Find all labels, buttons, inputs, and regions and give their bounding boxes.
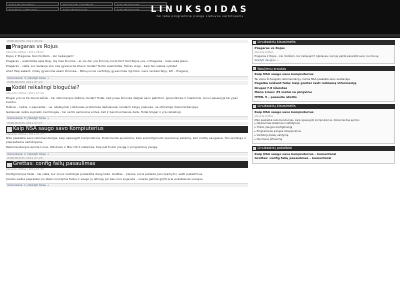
sidebar-post-text: Pragaras ir Rojus – kai mirštam, kur kel… (254, 54, 380, 58)
article-footer[interactable]: Komentarai: 5 | Skaityti toliau → (6, 116, 248, 121)
article-bullet-icon (6, 86, 11, 91)
site-header: [apie linuksoidas] [linuksoidų pokalbiai… (0, 0, 400, 34)
article-footer[interactable]: Komentarai: 2 | Skaityti toliau → (6, 151, 248, 156)
sidebar-box-title: Linuksoidų pokalbiai (257, 146, 293, 151)
sidebar-box-title: Linuksoidų klausimėlis (257, 40, 296, 45)
article-headline: Kaip NSA saugo savo Kompiuterius (6, 125, 248, 133)
sidebar-box: Naujienų srautas Kaip NSA saugo savo kom… (252, 66, 395, 103)
box-square-icon (253, 105, 256, 109)
article-bullet-icon (7, 162, 12, 168)
article-paragraph: Blogai yra ne tik dienoraščiai – tai inf… (6, 95, 238, 104)
article-footer-link[interactable]: Komentarai: 5 | Skaityti toliau → (8, 117, 50, 120)
main-content: PUBLIKUOTA 2011-08-02 Pragaras vs Rojus … (6, 38, 248, 300)
box-square-icon (253, 41, 256, 44)
sidebar-box: Linuksoidų klausimėlis Pragaras vs Rojus… (252, 40, 395, 65)
article-title-link[interactable]: Kaip NSA saugo savo Kompiuterius (13, 126, 104, 133)
article-card: PUBLIKUOTA 2011-07-27 Kaip NSA saugo sav… (6, 121, 248, 156)
site-subtitle: tai laba programinė įranga Lietuvos vart… (156, 14, 244, 18)
sidebar-box-title: Linuksoidų klausimėlis (257, 104, 296, 109)
sidebar-box: Linuksoidų klausimėlis Kaip NSA saugo sa… (252, 104, 395, 144)
sidebar-item-title[interactable]: Grettas: config failų pasaulimas – komen… (255, 157, 393, 161)
article-paragraph: Aha? Taip sakant, mūsų gyvenime esam žmo… (6, 69, 189, 74)
article-meta: PUBLIKUOTA 2011-07-25 (6, 157, 248, 161)
box-square-icon (253, 67, 256, 71)
list-item: Duomenų šifravimą (255, 138, 393, 142)
article-card: PUBLIKUOTA 2011-07-29 Kodėl reikalingi b… (6, 81, 248, 121)
sidebar-box-body: Kaip NSA saugo savo kompiuterius Tai vie… (252, 71, 395, 103)
article-footer-link[interactable]: Komentarai: 3 | Skaityti toliau → (8, 77, 50, 80)
article-meta: PUBLIKUOTA 2011-07-27 (6, 121, 248, 126)
article-bullet-icon (7, 127, 12, 132)
sidebar-box-body: Kaip NSA saugo savo kompiuterius – komen… (252, 150, 395, 164)
sidebar-box: Linuksoidų pokalbiai Kaip NSA saugo savo… (252, 145, 395, 164)
article-bullet-icon (6, 44, 11, 50)
article-footer[interactable]: Komentarai: 3 | Skaityti toliau → (6, 75, 248, 80)
sidebar-item-title[interactable]: Kaip NSA saugo savo kompiuterius (255, 72, 393, 77)
sidebar-bullet-list: Operacinės sistemos nustatymus Tinklo įr… (255, 122, 393, 141)
article-card: PUBLIKUOTA 2011-08-02 Pragaras vs Rojus … (6, 39, 248, 80)
article-paragraph: NSA paskelbė savo rekomendacijas, kaip a… (6, 136, 246, 145)
article-footer-link[interactable]: Komentarai: 2 | Skaityti toliau → (8, 153, 50, 156)
sidebar-box-title: Naujienų srautas (257, 66, 287, 71)
article-paragraph: Rekomendacijos apima Linux, Windows ir M… (6, 145, 158, 150)
article-meta: PUBLIKUOTA 2011-08-02 (6, 39, 248, 43)
article-title-link[interactable]: Pragaras vs Rojus (12, 44, 58, 51)
sidebar-box-body: Kaip NSA saugo savo kompiuterius Atsiunt… (252, 109, 395, 144)
article-footer-link[interactable]: Komentarai: 1 | Skaityti toliau → (8, 184, 50, 187)
sidebar-post-link[interactable]: Skaityti daugiau → (255, 59, 393, 62)
sidebar: Linuksoidų klausimėlis Pragaras vs Rojus… (252, 38, 395, 300)
sidebar-item-title[interactable]: HTML 5 – pasaulio ateitis (255, 95, 393, 100)
article-paragraph: Įrankis veikia paprastai: jis stebi nuro… (6, 176, 204, 181)
box-square-icon (253, 146, 256, 150)
article-headline: Pragaras vs Rojus (6, 44, 248, 51)
article-footer[interactable]: Komentarai: 1 | Skaityti toliau → (6, 183, 248, 188)
article-paragraph: Galiausiai reikia suprasti, kad blogas –… (6, 109, 182, 114)
sidebar-box-body: Pragaras vs Rojus Atsiuntė shiftas Praga… (252, 45, 395, 65)
article-card: PUBLIKUOTA 2011-07-25 Grettas: config fa… (6, 157, 248, 188)
